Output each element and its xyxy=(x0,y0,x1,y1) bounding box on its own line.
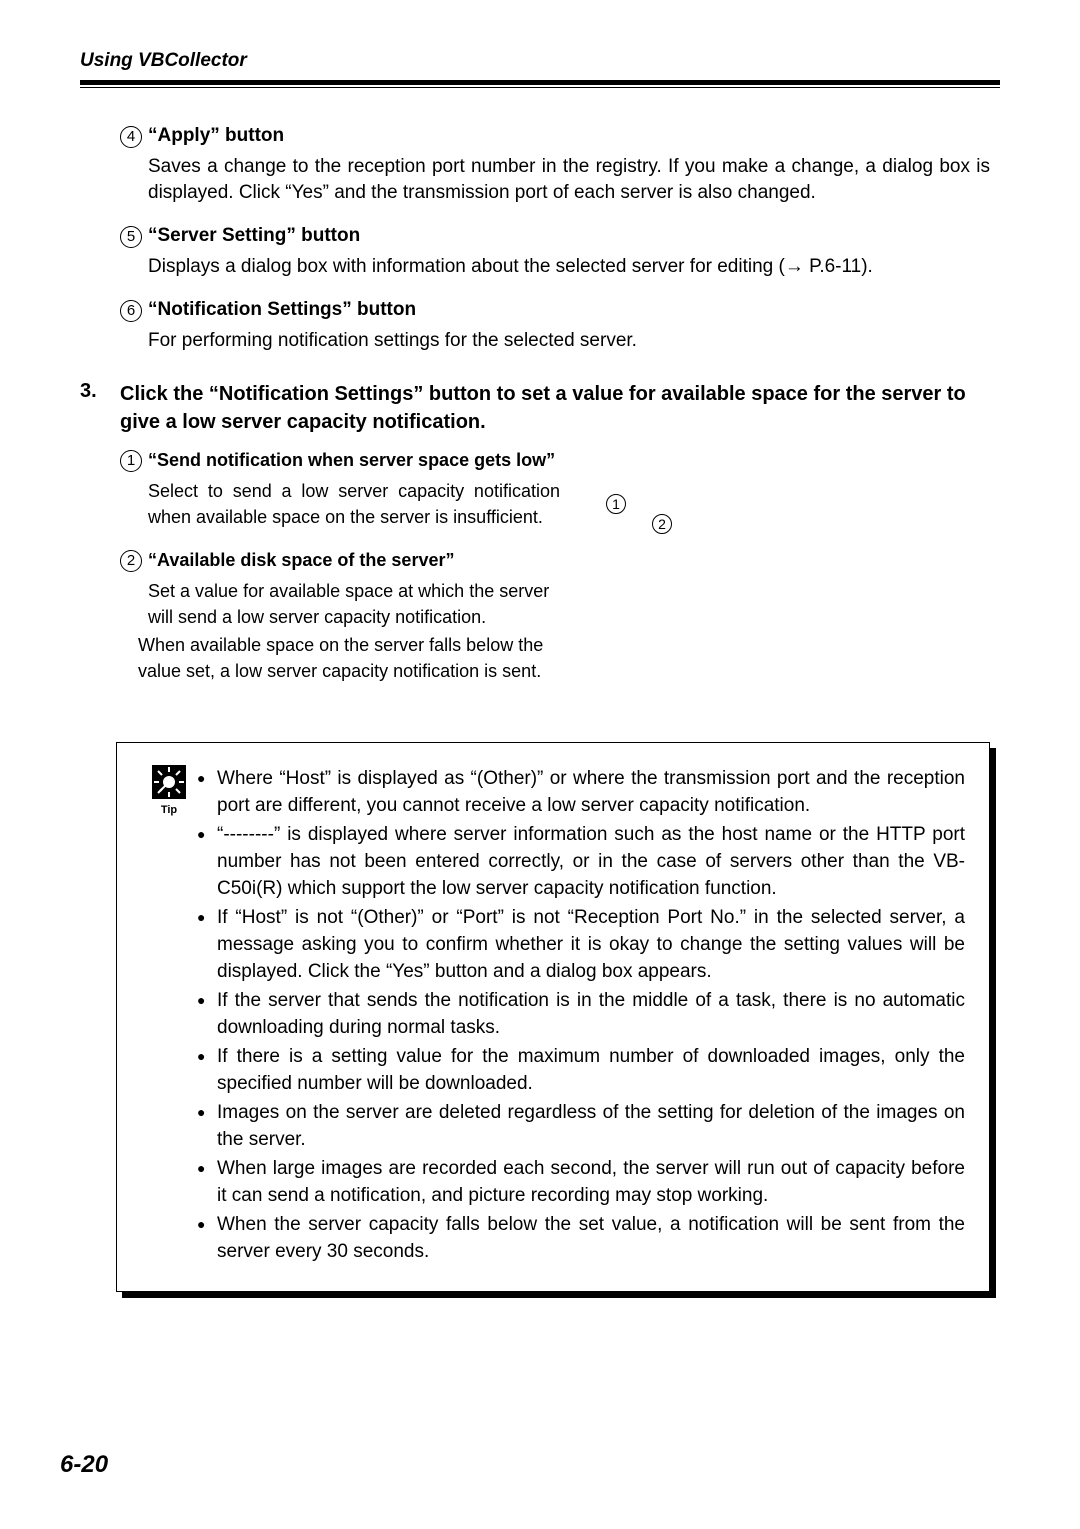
callout-1-icon: 1 xyxy=(606,494,626,514)
list-item: ●Where “Host” is displayed as “(Other)” … xyxy=(197,765,965,819)
subitem-title: “Send notification when server space get… xyxy=(148,448,555,472)
list-item: ●Images on the server are deleted regard… xyxy=(197,1099,965,1153)
main-content: 4 “Apply” button Saves a change to the r… xyxy=(80,124,1000,1292)
tip-label: Tip xyxy=(141,804,197,816)
item-title: “Server Setting” button xyxy=(148,224,360,248)
circled-2-icon: 2 xyxy=(120,550,142,572)
circled-1-icon: 1 xyxy=(120,450,142,472)
callout-2-icon: 2 xyxy=(652,514,672,534)
item-apply-button: 4 “Apply” button Saves a change to the r… xyxy=(120,124,990,206)
subitem-body: Set a value for available space at which… xyxy=(148,578,560,630)
figure-placeholder: 1 2 xyxy=(576,448,990,702)
item-title: “Apply” button xyxy=(148,124,284,148)
tip-icon xyxy=(152,765,186,799)
item-body: For performing notification settings for… xyxy=(148,328,990,354)
list-item: ●If “Host” is not “(Other)” or “Port” is… xyxy=(197,904,965,985)
page-number: 6-20 xyxy=(60,1451,108,1479)
item-body: Saves a change to the reception port num… xyxy=(148,154,990,206)
subitem-body-extra: When available space on the server falls… xyxy=(138,632,560,684)
header-rule xyxy=(80,80,1000,88)
step-number: 3. xyxy=(80,380,120,436)
item-body: Displays a dialog box with information a… xyxy=(148,254,990,280)
tip-box: Tip ●Where “Host” is displayed as “(Othe… xyxy=(116,742,990,1292)
step-title: Click the “Notification Settings” button… xyxy=(120,380,990,436)
item-notification-settings-button: 6 “Notification Settings” button For per… xyxy=(120,298,990,354)
circled-5-icon: 5 xyxy=(120,226,142,248)
item-title: “Notification Settings” button xyxy=(148,298,416,322)
subitem-body: Select to send a low server capacity not… xyxy=(148,478,560,530)
subitem-available-disk-space: 2 “Available disk space of the server” S… xyxy=(120,548,560,684)
list-item: ●When large images are recorded each sec… xyxy=(197,1155,965,1209)
subitem-title: “Available disk space of the server” xyxy=(148,548,454,572)
item-server-setting-button: 5 “Server Setting” button Displays a dia… xyxy=(120,224,990,280)
step-3: 3. Click the “Notification Settings” but… xyxy=(80,380,990,436)
list-item: ●If the server that sends the notificati… xyxy=(197,987,965,1041)
page-header: Using VBCollector xyxy=(80,50,1000,72)
list-item: ●If there is a setting value for the max… xyxy=(197,1043,965,1097)
list-item: ●“--------” is displayed where server in… xyxy=(197,821,965,902)
list-item: ●When the server capacity falls below th… xyxy=(197,1211,965,1265)
subitem-send-notification: 1 “Send notification when server space g… xyxy=(120,448,560,530)
circled-4-icon: 4 xyxy=(120,126,142,148)
circled-6-icon: 6 xyxy=(120,300,142,322)
tip-list: ●Where “Host” is displayed as “(Other)” … xyxy=(197,765,965,1267)
